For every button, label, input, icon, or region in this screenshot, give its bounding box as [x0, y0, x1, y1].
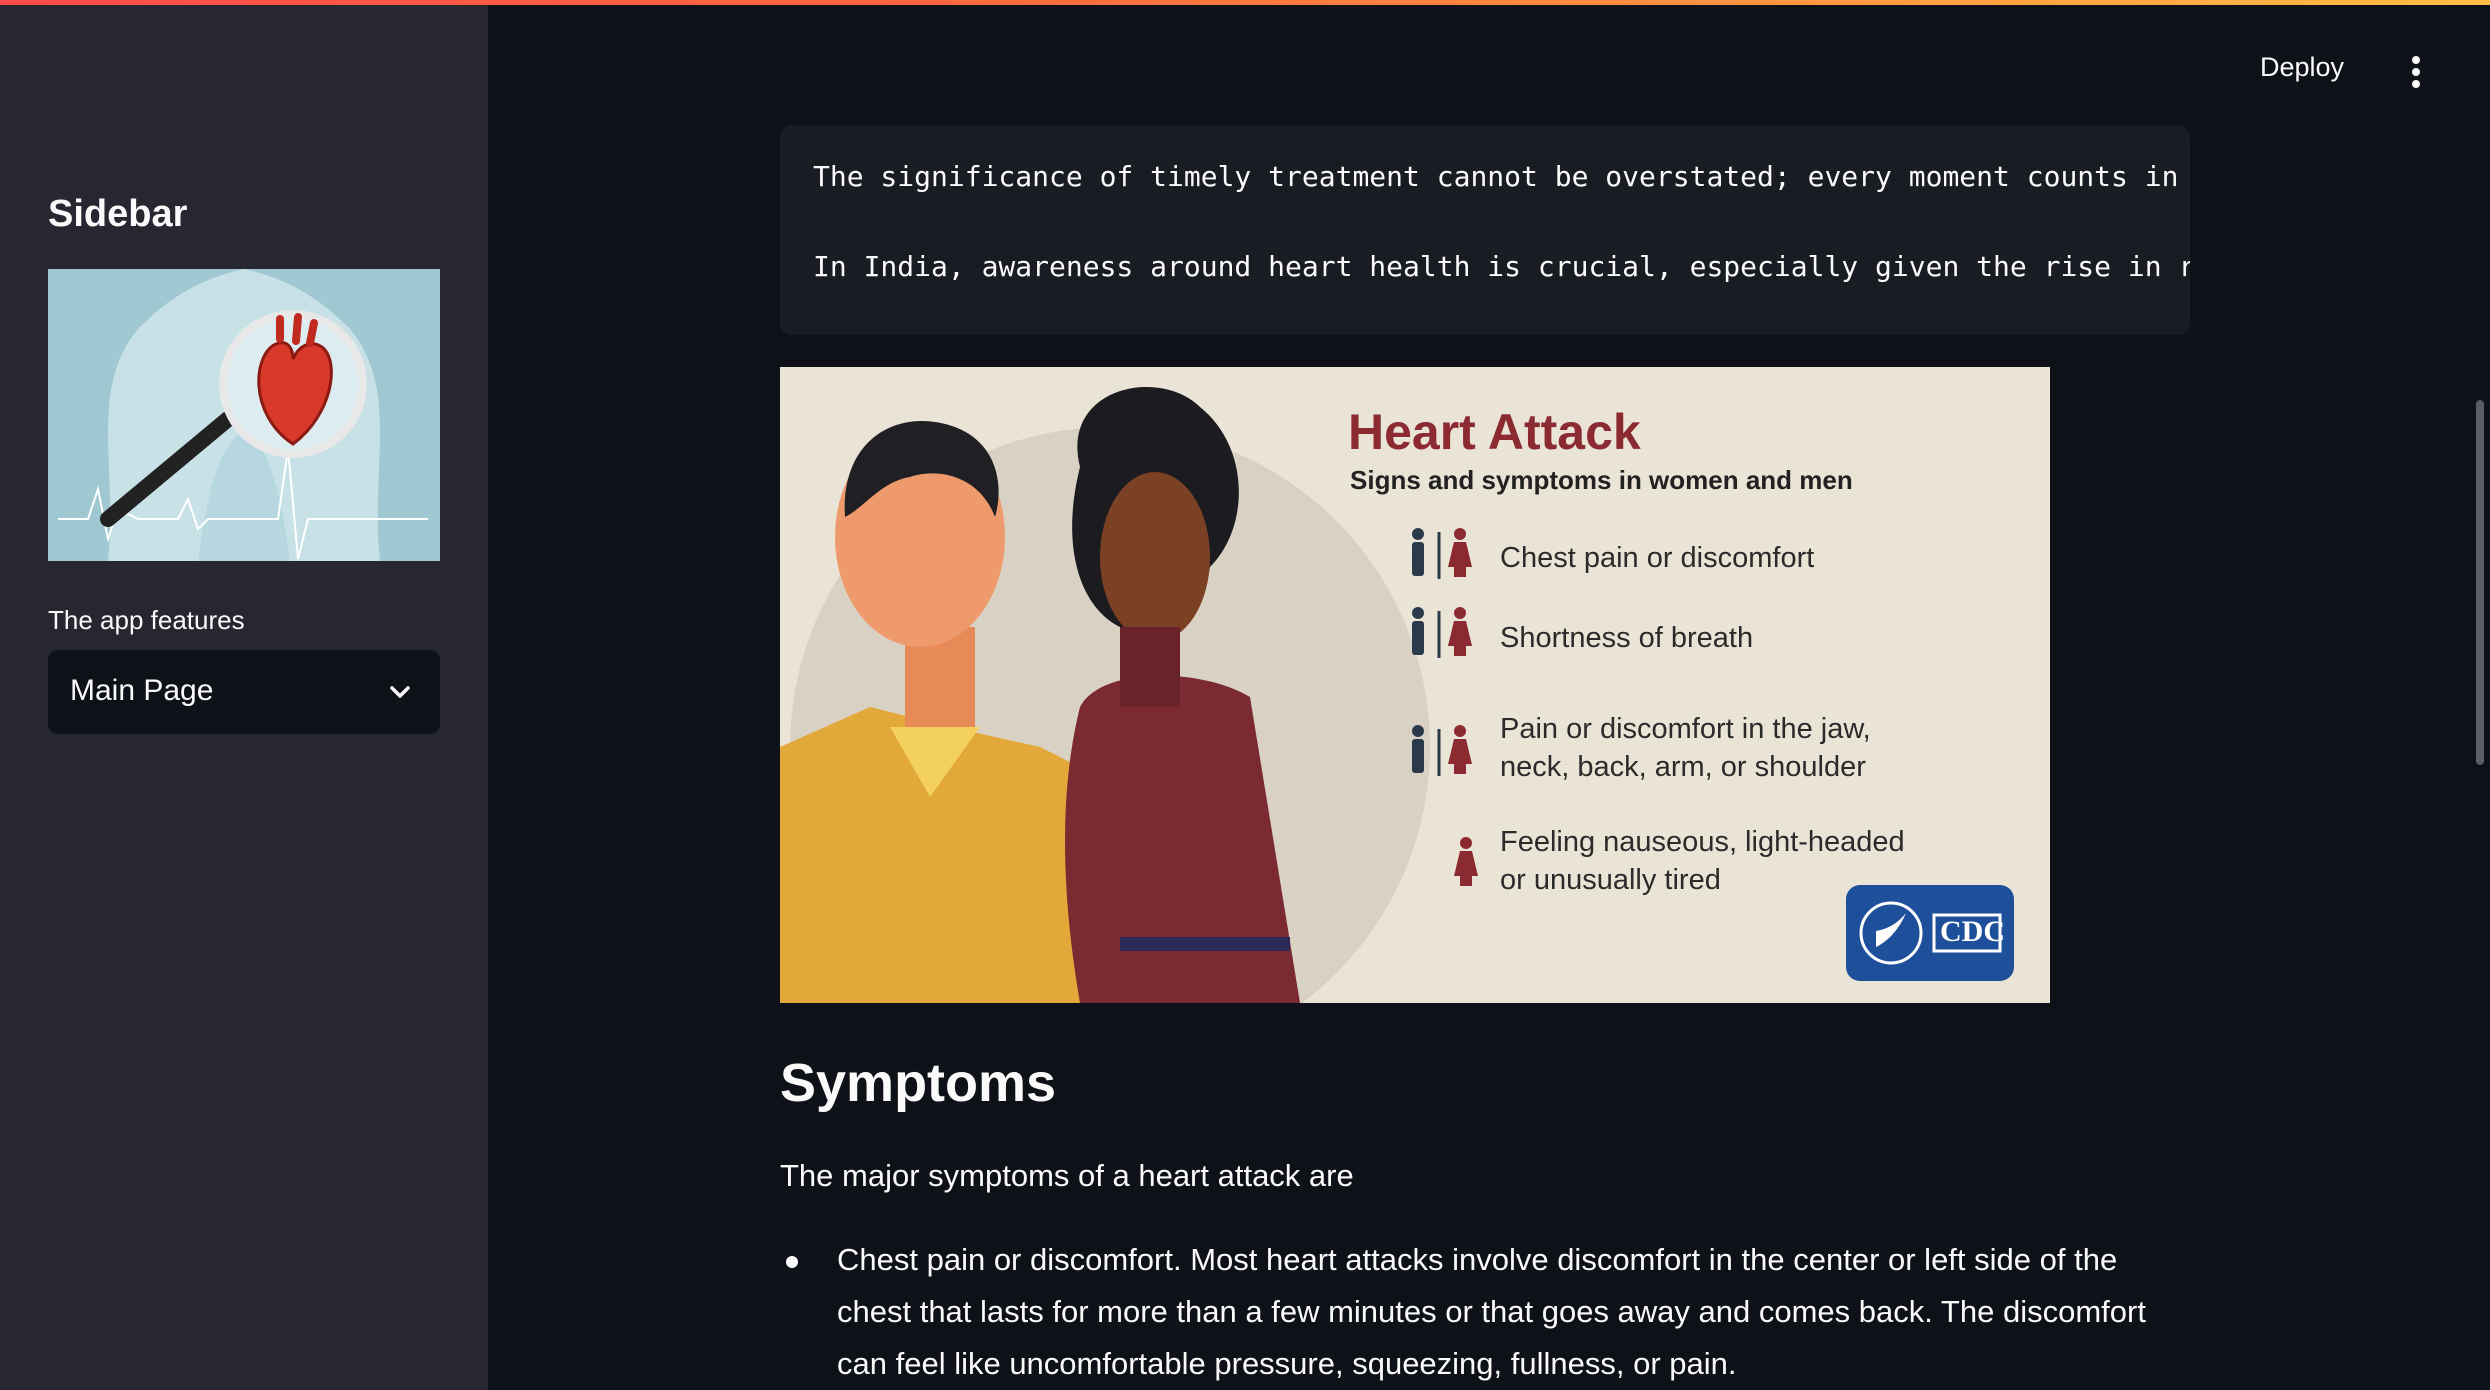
app-features-select[interactable]: Main Page	[48, 650, 440, 734]
section-heading: Symptoms	[780, 1053, 1057, 1113]
cdc-logo-text: CDC	[1940, 915, 2005, 948]
app-features-label: The app features	[48, 605, 245, 635]
more-options-icon[interactable]	[2404, 54, 2428, 90]
cdc-logo-badge: CDC	[1846, 885, 2014, 981]
infographic-symptom: Shortness of breath	[1500, 622, 1754, 654]
code-line: The significance of timely treatment can…	[813, 160, 2179, 193]
code-block: The significance of timely treatment can…	[780, 125, 2190, 335]
infographic-symptom: Feeling nauseous, light-headed or unusua…	[1500, 826, 1905, 896]
heart-attack-infographic: Heart Attack Signs and symptoms in women…	[780, 367, 2050, 1003]
deploy-button[interactable]: Deploy	[2260, 52, 2344, 83]
bullet-marker	[786, 1256, 798, 1268]
sidebar: Sidebar The app features Main Page	[0, 5, 488, 1390]
main-scrollbar[interactable]	[2476, 400, 2484, 765]
infographic-symptom: Chest pain or discomfort	[1500, 542, 1815, 574]
infographic-subtitle: Signs and symptoms in women and men	[1350, 465, 1853, 495]
sidebar-heart-image	[48, 269, 440, 561]
list-item: Chest pain or discomfort. Most heart att…	[837, 1242, 2146, 1381]
code-line: In India, awareness around heart health …	[813, 250, 2190, 283]
select-value: Main Page	[70, 674, 214, 707]
infographic-title: Heart Attack	[1348, 404, 1641, 460]
intro-paragraph: The major symptoms of a heart attack are	[780, 1158, 1354, 1193]
infographic-symptom: Pain or discomfort in the jaw, neck, bac…	[1500, 713, 1871, 783]
chevron-down-icon	[390, 686, 410, 698]
sidebar-title: Sidebar	[48, 193, 188, 235]
